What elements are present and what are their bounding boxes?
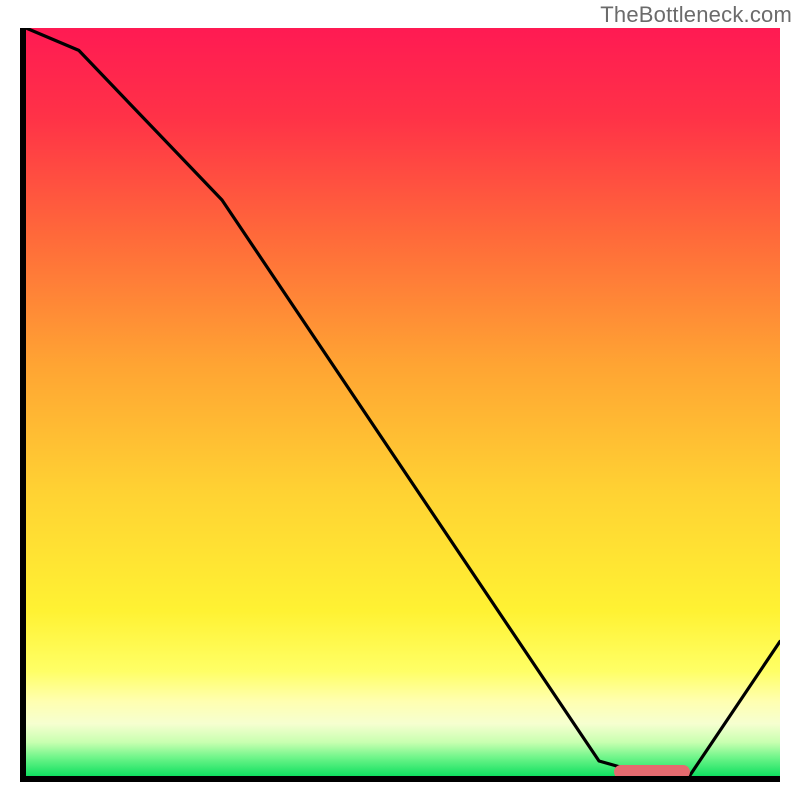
- optimal-range-marker: [614, 765, 689, 777]
- watermark-text: TheBottleneck.com: [600, 2, 792, 28]
- plot-axes: [20, 28, 780, 782]
- bottleneck-curve: [26, 28, 780, 776]
- plot-area: [26, 28, 780, 776]
- chart-container: TheBottleneck.com: [0, 0, 800, 800]
